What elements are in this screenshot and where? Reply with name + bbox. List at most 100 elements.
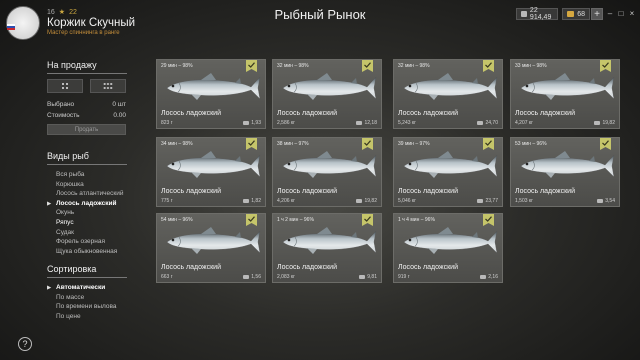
price-value: 3,54 (605, 198, 615, 204)
minimize-button[interactable]: – (606, 9, 614, 18)
help-button[interactable]: ? (18, 337, 32, 351)
fish-price: 1,56 (243, 274, 261, 280)
salmon-icon (277, 147, 379, 185)
gold-balance: 68 (562, 8, 590, 20)
fish-card[interactable]: 34 мин – 98% Лосось ладожский 775 г 1,82 (156, 137, 266, 207)
silver-coin-icon (477, 199, 484, 203)
fish-weight: 4,206 кг (277, 198, 295, 204)
price-value: 1,82 (251, 198, 261, 204)
divider (47, 277, 127, 278)
fish-type-item[interactable]: Лосось ладожский (56, 200, 117, 207)
fish-card[interactable]: 53 мин – 96% Лосось ладожский 1,503 кг 3,54 (510, 137, 620, 207)
fish-card[interactable]: 33 мин – 98% Лосось ладожский 4,207 кг 19,8… (510, 59, 620, 129)
salmon-icon (277, 69, 379, 107)
sort-option[interactable]: Автоматически (56, 284, 105, 291)
grid-view-button[interactable] (47, 79, 83, 93)
fish-card[interactable]: 54 мин – 96% Лосось ладожский 663 г 1,56 (156, 213, 266, 283)
price-value: 1,93 (251, 120, 261, 126)
active-bullet-icon: ▶ (47, 200, 52, 207)
fish-type-item[interactable]: Вся рыба (56, 171, 84, 178)
catch-time-freshness: 34 мин – 98% (161, 141, 193, 147)
sort-option[interactable]: По цене (56, 313, 81, 320)
fish-name: Лосось ладожский (161, 264, 221, 271)
fish-name: Лосось ладожский (515, 188, 575, 195)
divider (47, 164, 127, 165)
salmon-icon (161, 223, 263, 261)
fish-weight: 663 г (161, 274, 173, 280)
fish-price: 19,82 (356, 198, 377, 204)
flag-icon (7, 24, 15, 30)
silver-coin-icon (359, 275, 366, 279)
fish-name: Лосось ладожский (277, 110, 337, 117)
price-value: 24,70 (485, 120, 498, 126)
fish-card[interactable]: 32 мин – 98% Лосось ладожский 5,243 кг 24,7… (393, 59, 503, 129)
fish-weight: 1,503 кг (515, 198, 533, 204)
silver-coin-icon (356, 199, 363, 203)
fish-weight: 919 г (398, 274, 410, 280)
fish-card[interactable]: 32 мин – 98% Лосось ладожский 2,586 кг 12,1… (272, 59, 382, 129)
fish-card[interactable]: 1 ч 2 мин – 96% Лосось ладожский 2,083 кг 9… (272, 213, 382, 283)
add-currency-button[interactable]: + (591, 8, 603, 20)
list-view-button[interactable] (90, 79, 126, 93)
catch-time-freshness: 32 мин – 98% (277, 63, 309, 69)
fish-name: Лосось ладожский (398, 110, 458, 117)
fish-price: 19,82 (594, 120, 615, 126)
fish-type-item[interactable]: Форель озерная (56, 238, 105, 245)
catch-time-freshness: 32 мин – 98% (398, 63, 430, 69)
fish-name: Лосось ладожский (277, 264, 337, 271)
fish-name: Лосось ладожский (161, 188, 221, 195)
sale-heading: На продажу (47, 60, 97, 70)
top-bar: 16 ★ 22 Коржик Скучный Мастер спиннинга … (0, 0, 640, 40)
fish-price: 9,81 (359, 274, 377, 280)
active-bullet-icon: ▶ (47, 285, 52, 291)
salmon-icon (277, 223, 379, 261)
fish-type-item[interactable]: Ряпус (56, 219, 74, 226)
sort-option[interactable]: По времени вылова (56, 303, 117, 310)
fish-type-item[interactable]: Корюшка (56, 181, 84, 188)
fish-type-item[interactable]: Судак (56, 229, 74, 236)
fish-card[interactable]: 29 мин – 98% Лосось ладожский 823 г 1,93 (156, 59, 266, 129)
fish-name: Лосось ладожский (398, 188, 458, 195)
salmon-icon (398, 69, 500, 107)
fish-name: Лосось ладожский (161, 110, 221, 117)
silver-coin-icon (521, 11, 527, 17)
fish-price: 24,70 (477, 120, 498, 126)
fish-card[interactable]: 1 ч 4 мин – 96% Лосось ладожский 919 г 2,16 (393, 213, 503, 283)
fish-weight: 823 г (161, 120, 173, 126)
fish-card[interactable]: 38 мин – 97% Лосось ладожский 4,206 кг 19,8… (272, 137, 382, 207)
fish-price: 2,16 (480, 274, 498, 280)
catch-time-freshness: 33 мин – 98% (515, 63, 547, 69)
sell-button[interactable]: Продать (47, 124, 126, 135)
catch-time-freshness: 54 мин – 96% (161, 217, 193, 223)
cost-label: Стоимость (47, 112, 80, 119)
player-title: Мастер спиннинга в ранге (47, 30, 120, 36)
fish-weight: 2,586 кг (277, 120, 295, 126)
sorting-heading: Сортировка (47, 264, 97, 274)
silver-coin-icon (597, 199, 604, 203)
fish-card[interactable]: 39 мин – 97% Лосось ладожский 5,046 кг 23,7… (393, 137, 503, 207)
close-button[interactable]: × (628, 9, 636, 18)
fish-name: Лосось ладожский (398, 264, 458, 271)
fish-price: 1,93 (243, 120, 261, 126)
price-value: 2,16 (488, 274, 498, 280)
catch-time-freshness: 38 мин – 97% (277, 141, 309, 147)
fish-price: 23,77 (477, 198, 498, 204)
fish-weight: 775 г (161, 198, 173, 204)
price-value: 19,82 (364, 198, 377, 204)
price-value: 12,18 (364, 120, 377, 126)
sort-option[interactable]: По массе (56, 294, 84, 301)
divider (47, 73, 127, 74)
fish-type-item[interactable]: Лосось атлантический (56, 190, 124, 197)
maximize-button[interactable]: □ (617, 9, 625, 18)
silver-coin-icon (243, 199, 250, 203)
silver-coin-icon (477, 121, 484, 125)
gold-value: 68 (577, 10, 585, 18)
fish-price: 1,82 (243, 198, 261, 204)
fish-type-item[interactable]: Щука обыкновенная (56, 248, 117, 255)
silver-value: 22 914,49 (529, 7, 552, 21)
silver-balance: 22 914,49 (516, 7, 558, 21)
fish-type-item[interactable]: Окунь (56, 209, 74, 216)
catch-time-freshness: 1 ч 2 мин – 96% (277, 217, 314, 223)
selected-label: Выбрано (47, 101, 75, 108)
fish-name: Лосось ладожский (277, 188, 337, 195)
